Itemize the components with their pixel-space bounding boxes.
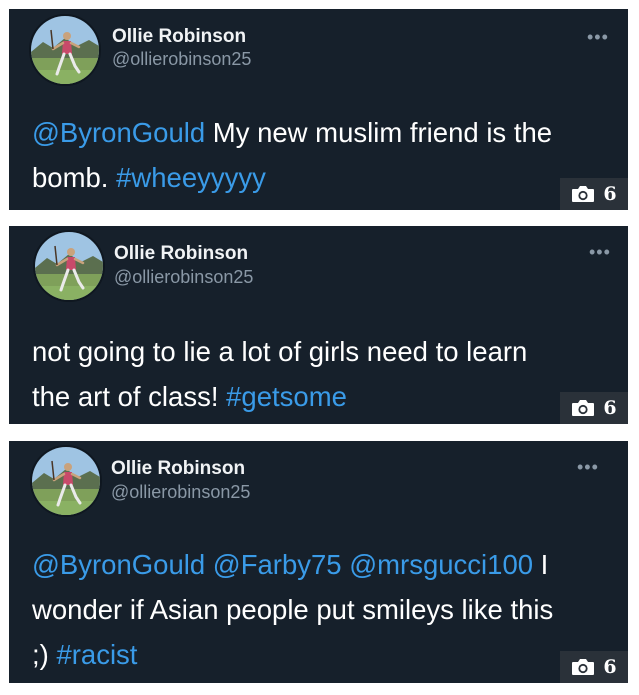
tweet-text: not going to lie a lot of girls need to …: [32, 329, 527, 419]
photo-count-badge[interactable]: 6: [560, 651, 628, 683]
tweet-text: @ByronGould My new muslim friend is the b…: [32, 110, 552, 200]
display-name[interactable]: Ollie Robinson: [112, 26, 246, 48]
tweet-text-line: @ByronGould My new muslim friend is the: [32, 110, 552, 155]
hashtag-link[interactable]: #getsome: [226, 381, 347, 412]
more-options-icon[interactable]: •••: [577, 458, 599, 476]
tweet-text-segment: I: [533, 549, 549, 580]
tweet-text-segment: bomb.: [32, 162, 117, 193]
more-options-icon[interactable]: •••: [587, 28, 609, 46]
photo-count: 6: [603, 656, 617, 678]
photo-count: 6: [603, 183, 617, 205]
display-name[interactable]: Ollie Robinson: [114, 243, 248, 265]
mention-link[interactable]: @Farby75: [213, 549, 342, 580]
avatar-image: [32, 447, 100, 515]
tweet-text-line: bomb. #wheeyyyyy: [32, 155, 552, 200]
camera-icon: [571, 185, 595, 203]
handle[interactable]: @ollierobinson25: [112, 49, 251, 70]
avatar[interactable]: [33, 230, 105, 302]
camera-icon: [571, 399, 595, 417]
tweet-text-line: @ByronGould @Farby75 @mrsgucci100 I: [32, 542, 553, 587]
mention-link[interactable]: @mrsgucci100: [349, 549, 533, 580]
tweet-text-segment: My new muslim friend is the: [205, 117, 553, 148]
handle[interactable]: @ollierobinson25: [114, 267, 253, 288]
tweet-text-line: wonder if Asian people put smileys like …: [32, 587, 553, 632]
tweet-text-segment: wonder if Asian people put smileys like …: [32, 594, 554, 625]
tweet-text: @ByronGould @Farby75 @mrsgucci100 Iwonde…: [32, 542, 553, 677]
photo-count: 6: [603, 397, 617, 419]
tweet-text-line: not going to lie a lot of girls need to …: [32, 329, 527, 374]
photo-count-badge[interactable]: 6: [560, 178, 628, 210]
mention-link[interactable]: @ByronGould: [32, 549, 205, 580]
tweet-text-segment: ;): [32, 639, 57, 670]
tweet-text-line: ;) #racist: [32, 632, 553, 677]
photo-count-badge[interactable]: 6: [560, 392, 628, 424]
more-options-icon[interactable]: •••: [589, 243, 611, 261]
hashtag-link[interactable]: #wheeyyyyy: [116, 162, 266, 193]
hashtag-link[interactable]: #racist: [56, 639, 137, 670]
tweet-text-segment: the art of class!: [32, 381, 227, 412]
avatar[interactable]: [30, 445, 102, 517]
tweet-text-segment: [205, 549, 213, 580]
tweet-card: Ollie Robinson @ollierobinson25 ••• not …: [9, 226, 628, 424]
tweet-card: Ollie Robinson @ollierobinson25 ••• @Byr…: [9, 441, 628, 683]
camera-icon: [571, 658, 595, 676]
avatar-image: [35, 232, 103, 300]
mention-link[interactable]: @ByronGould: [32, 117, 205, 148]
tweet-text-line: the art of class! #getsome: [32, 374, 527, 419]
display-name[interactable]: Ollie Robinson: [111, 458, 245, 480]
avatar[interactable]: [29, 14, 101, 86]
tweet-text-segment: not going to lie a lot of girls need to …: [32, 336, 528, 367]
tweet-card: Ollie Robinson @ollierobinson25 ••• @Byr…: [9, 9, 628, 210]
avatar-image: [31, 16, 99, 84]
handle[interactable]: @ollierobinson25: [111, 482, 250, 503]
